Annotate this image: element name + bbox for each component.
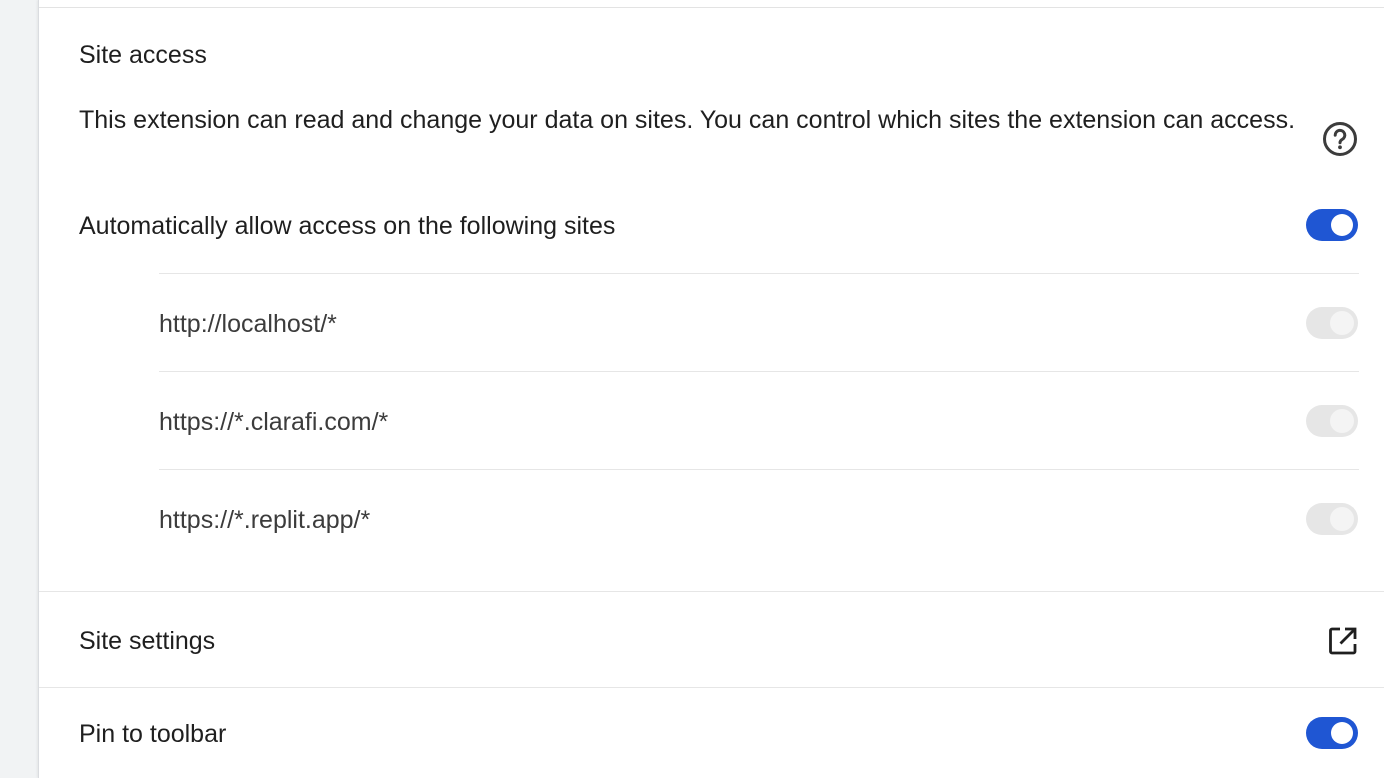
- divider: [159, 371, 1359, 372]
- open-in-new-icon[interactable]: [1327, 625, 1359, 657]
- section-divider: [39, 687, 1384, 688]
- site-access-title: Site access: [79, 41, 207, 69]
- auto-allow-toggle[interactable]: [1306, 209, 1358, 241]
- site-toggle-clarafi: [1306, 405, 1358, 437]
- site-access-description: This extension can read and change your …: [79, 106, 1296, 134]
- site-url-localhost: http://localhost/*: [159, 310, 337, 338]
- site-url-replit: https://*.replit.app/*: [159, 506, 371, 534]
- divider: [159, 469, 1359, 470]
- site-url-clarafi: https://*.clarafi.com/*: [159, 408, 389, 436]
- section-divider: [39, 591, 1384, 592]
- help-circle-icon[interactable]: [1322, 121, 1358, 157]
- site-settings-label[interactable]: Site settings: [79, 626, 215, 656]
- pin-to-toolbar-label: Pin to toolbar: [79, 720, 227, 748]
- top-divider: [39, 7, 1384, 8]
- pin-to-toolbar-toggle[interactable]: [1306, 717, 1358, 749]
- extension-details-card: Site access This extension can read and …: [38, 0, 1384, 778]
- site-toggle-replit: [1306, 503, 1358, 535]
- site-toggle-localhost: [1306, 307, 1358, 339]
- auto-allow-label: Automatically allow access on the follow…: [79, 212, 616, 240]
- divider: [159, 273, 1359, 274]
